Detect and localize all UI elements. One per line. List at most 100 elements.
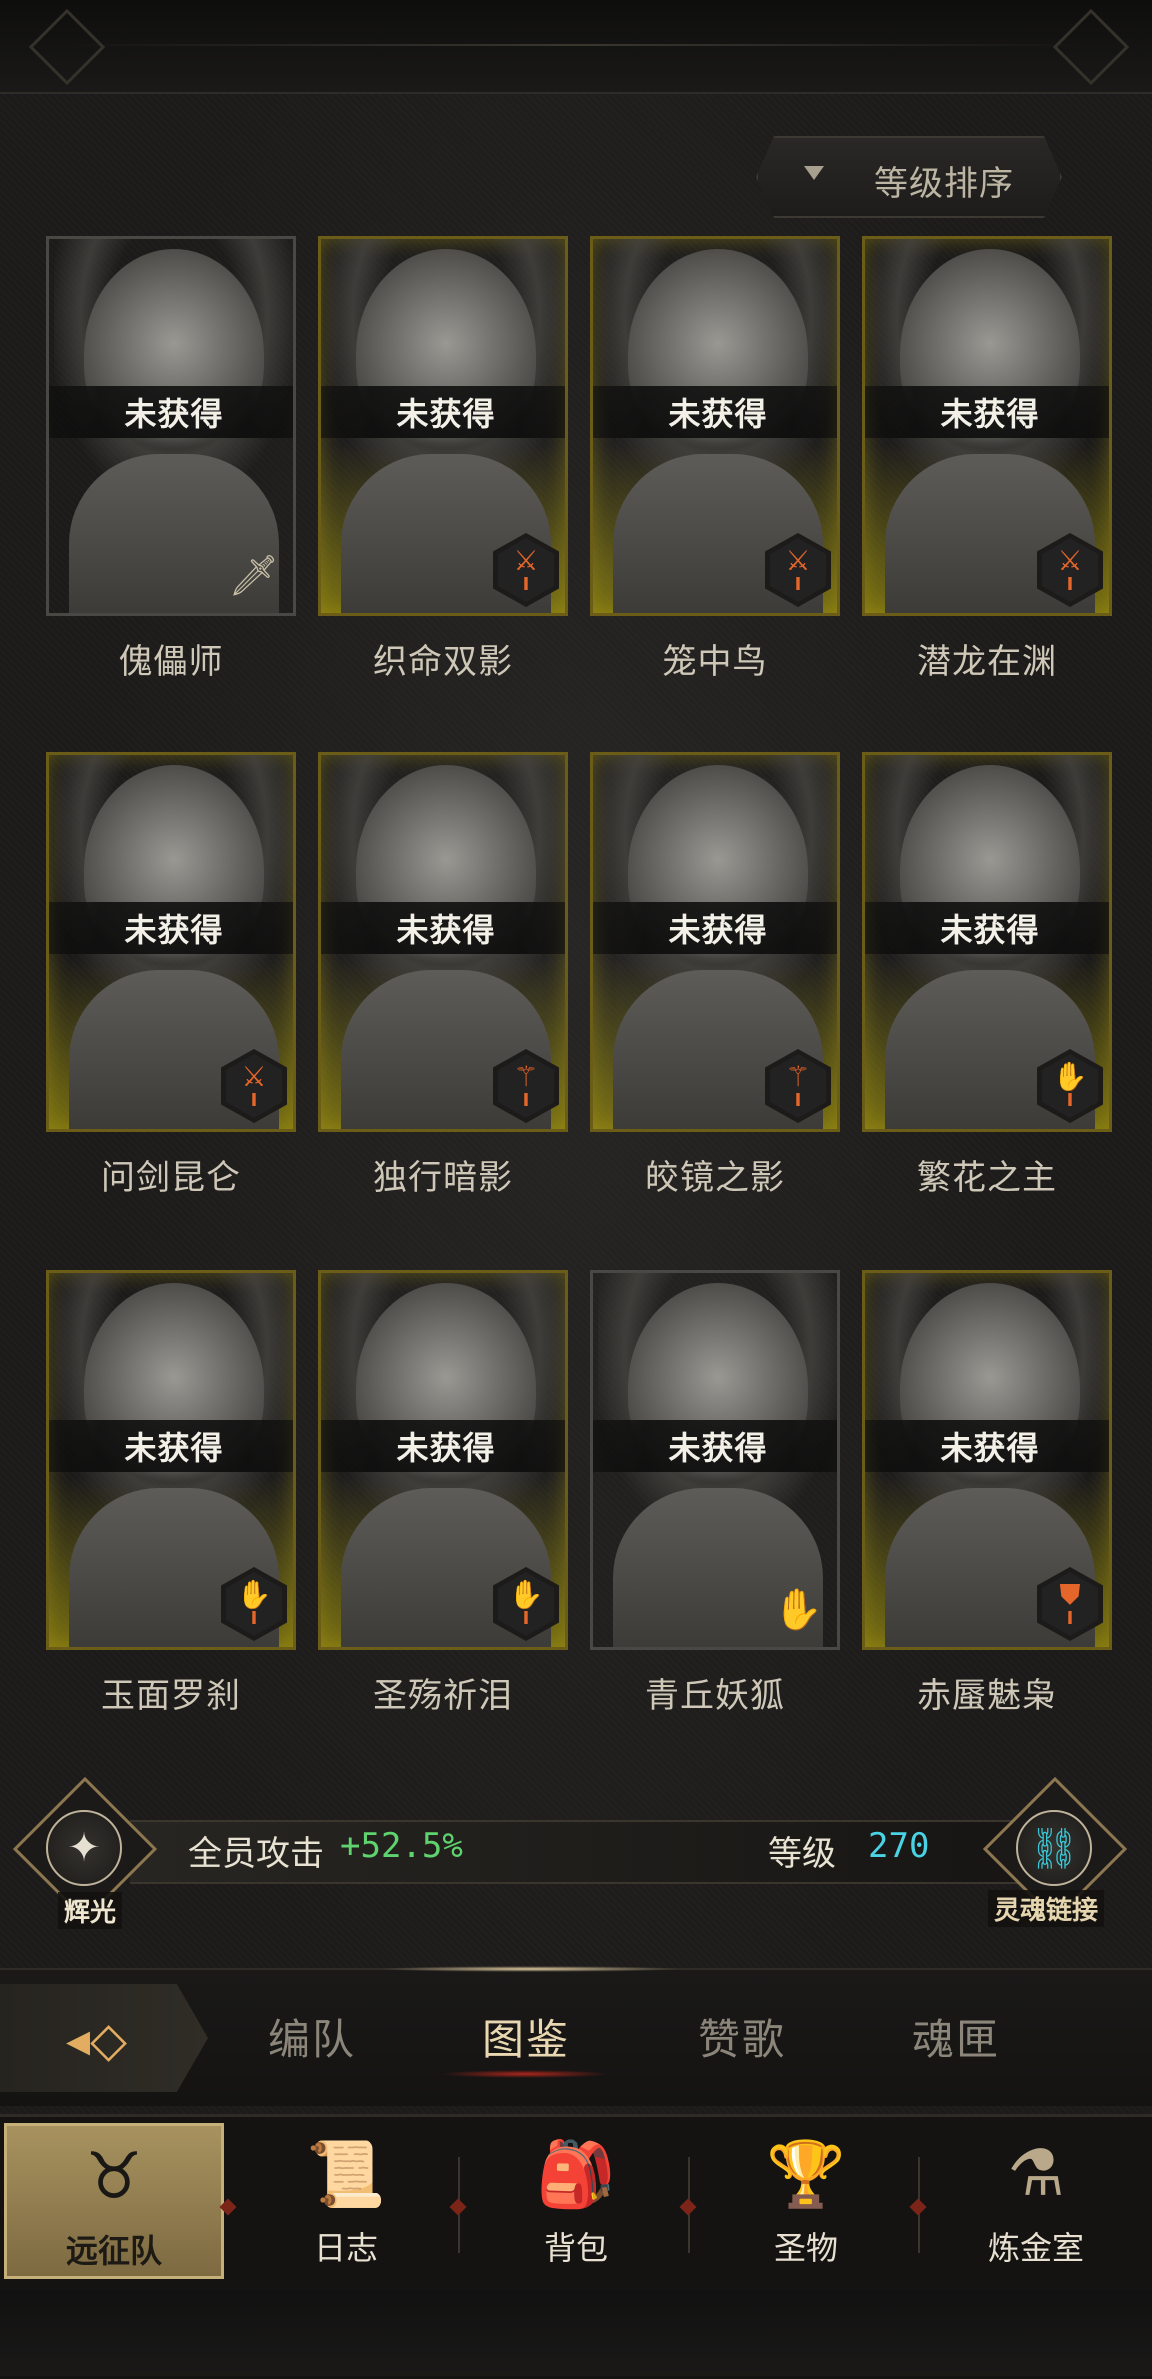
tab-soul-box[interactable]: 魂匣 bbox=[912, 2006, 1000, 2067]
status-text: 未获得 bbox=[940, 1429, 1040, 1467]
hero-portrait: 未获得 ✋ bbox=[590, 1270, 840, 1650]
status-text: 未获得 bbox=[124, 395, 224, 433]
hero-portrait: 未获得 ⚔ I bbox=[862, 236, 1112, 616]
nav-label: 背包 bbox=[543, 2229, 608, 2267]
hero-card[interactable]: 未获得 ⚔ I bbox=[862, 236, 1112, 616]
status-band: 未获得 bbox=[321, 386, 565, 438]
hero-name: 笼中鸟 bbox=[662, 642, 768, 682]
hero-card[interactable]: 未获得 ⚚ I bbox=[318, 752, 568, 1132]
hero-portrait: 未获得 ⚚ I bbox=[318, 752, 568, 1132]
hero-name: 青丘妖狐 bbox=[645, 1676, 785, 1716]
status-band: 未获得 bbox=[593, 386, 837, 438]
tab-codex[interactable]: 图鉴 bbox=[482, 2006, 570, 2067]
rank-text: I bbox=[794, 1090, 802, 1111]
hero-name: 问剑昆仑 bbox=[101, 1158, 241, 1198]
team-attack-value: +52.5% bbox=[340, 1826, 463, 1866]
hero-portrait: 未获得 ✋ I bbox=[318, 1270, 568, 1650]
tab-formation[interactable]: 编队 bbox=[268, 2006, 356, 2067]
hero-portrait: 未获得 ⚔ I bbox=[318, 236, 568, 616]
tab-glow bbox=[380, 1966, 680, 1972]
bag-icon: 🎒 bbox=[536, 2138, 616, 2212]
radiance-label: 辉光 bbox=[58, 1892, 123, 1929]
rank-text: I bbox=[1066, 574, 1074, 595]
soul-link-label: 灵魂链接 bbox=[988, 1890, 1105, 1927]
hero-name: 赤蜃魅枭 bbox=[917, 1676, 1057, 1716]
rank-text: I bbox=[1066, 1090, 1074, 1111]
staff-icon: ⚚ bbox=[513, 1060, 539, 1093]
sword-icon: ⚔ bbox=[1057, 544, 1083, 577]
horned-helmet-icon: ♉ bbox=[85, 2140, 143, 2214]
hero-card[interactable]: 未获得 ⚔ I bbox=[590, 236, 840, 616]
hero-card[interactable]: 未获得 ✋ I bbox=[862, 752, 1112, 1132]
hero-portrait: 未获得 🗡 bbox=[46, 236, 296, 616]
nav-label: 炼金室 bbox=[987, 2229, 1084, 2267]
status-text: 未获得 bbox=[668, 911, 768, 949]
rank-text: I bbox=[522, 1090, 530, 1111]
nav-journal[interactable]: 📜 日志 bbox=[236, 2123, 456, 2279]
nav-label: 圣物 bbox=[773, 2229, 838, 2267]
hero-card[interactable]: 未获得 ⛊ I bbox=[862, 1270, 1112, 1650]
hero-card[interactable]: 未获得 🗡 bbox=[46, 236, 296, 616]
status-text: 未获得 bbox=[396, 1429, 496, 1467]
nav-backpack[interactable]: 🎒 背包 bbox=[466, 2123, 686, 2279]
hero-card[interactable]: 未获得 ✋ bbox=[590, 1270, 840, 1650]
nav-label: 远征队 bbox=[65, 2232, 162, 2270]
status-text: 未获得 bbox=[940, 395, 1040, 433]
hero-portrait: 未获得 ✋ I bbox=[862, 752, 1112, 1132]
palm-icon: ✋ bbox=[1052, 1060, 1088, 1093]
tab-hymn[interactable]: 赞歌 bbox=[698, 2006, 786, 2067]
hero-portrait: 未获得 ⚚ I bbox=[590, 752, 840, 1132]
hero-name: 织命双影 bbox=[373, 642, 513, 682]
sword-icon: 🗡 bbox=[228, 553, 279, 599]
status-band: 未获得 bbox=[865, 386, 1109, 438]
status-band: 未获得 bbox=[593, 1420, 837, 1472]
rank-text: I bbox=[794, 574, 802, 595]
rank-text: I bbox=[1066, 1608, 1074, 1629]
hero-card[interactable]: 未获得 ⚔ I bbox=[46, 752, 296, 1132]
back-button[interactable]: ◂◇ bbox=[0, 1984, 208, 2092]
shield-icon: ⛊ bbox=[1059, 1578, 1081, 1611]
team-attack-label: 全员攻击 bbox=[188, 1834, 324, 1874]
sword-icon: ⚔ bbox=[241, 1060, 267, 1093]
chalice-icon: 🏆 bbox=[766, 2138, 846, 2212]
sword-icon: ⚔ bbox=[785, 544, 811, 577]
hero-card[interactable]: 未获得 ⚚ I bbox=[590, 752, 840, 1132]
rank-text: I bbox=[522, 574, 530, 595]
rank-text: I bbox=[522, 1608, 530, 1629]
sword-icon: ⚔ bbox=[513, 544, 539, 577]
hero-portrait: 未获得 ⚔ I bbox=[46, 752, 296, 1132]
ornament-knot-icon bbox=[28, 8, 106, 86]
hero-portrait: 未获得 ⛊ I bbox=[862, 1270, 1112, 1650]
hero-card[interactable]: 未获得 ✋ I bbox=[318, 1270, 568, 1650]
ornament-line bbox=[60, 44, 1092, 46]
nav-relics[interactable]: 🏆 圣物 bbox=[696, 2123, 916, 2279]
sort-button[interactable]: 等级排序 bbox=[756, 136, 1062, 218]
active-tab-indicator bbox=[440, 2070, 610, 2078]
hero-name: 圣殇祈泪 bbox=[373, 1676, 513, 1716]
rank-text: I bbox=[250, 1090, 258, 1111]
sword-compass-icon: ✦ bbox=[46, 1810, 122, 1886]
level-label: 等级 bbox=[768, 1834, 836, 1874]
palm-icon: ✋ bbox=[508, 1578, 544, 1611]
status-band: 未获得 bbox=[49, 1420, 293, 1472]
hero-card[interactable]: 未获得 ✋ I bbox=[46, 1270, 296, 1650]
alchemy-icon: ⚗ bbox=[1007, 2137, 1065, 2211]
hero-card[interactable]: 未获得 ⚔ I bbox=[318, 236, 568, 616]
nav-alchemy[interactable]: ⚗ 炼金室 bbox=[926, 2123, 1146, 2279]
nav-label: 日志 bbox=[313, 2229, 378, 2267]
scroll-icon: 📜 bbox=[306, 2138, 386, 2212]
palm-icon: ✋ bbox=[773, 1587, 823, 1633]
hero-name: 傀儡师 bbox=[118, 642, 224, 682]
status-band: 未获得 bbox=[49, 386, 293, 438]
status-band: 未获得 bbox=[593, 902, 837, 954]
triangle-down-icon bbox=[804, 166, 824, 180]
hero-name: 皎镜之影 bbox=[645, 1158, 785, 1198]
nav-expedition[interactable]: ♉ 远征队 bbox=[4, 2123, 224, 2279]
hero-name: 潜龙在渊 bbox=[917, 642, 1057, 682]
status-band: 未获得 bbox=[321, 1420, 565, 1472]
rank-text: I bbox=[250, 1608, 258, 1629]
status-text: 未获得 bbox=[124, 911, 224, 949]
stat-bar: 全员攻击 +52.5% 等级 270 bbox=[60, 1802, 1100, 1898]
status-text: 未获得 bbox=[668, 1429, 768, 1467]
hero-portrait: 未获得 ⚔ I bbox=[590, 236, 840, 616]
